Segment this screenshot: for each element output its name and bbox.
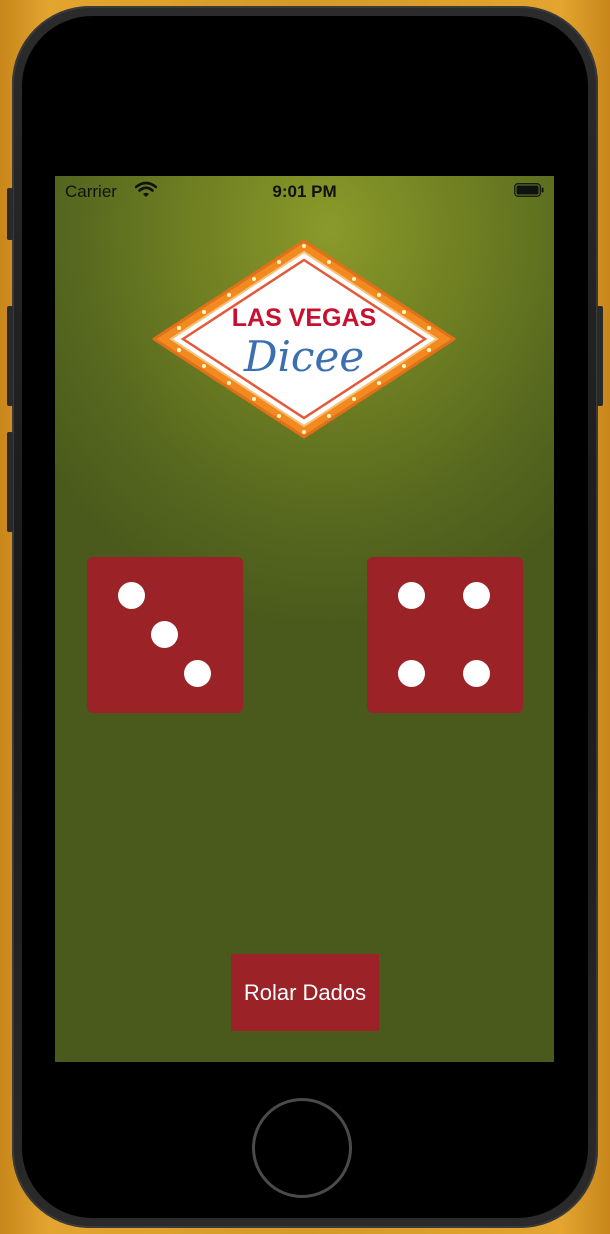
right-die xyxy=(367,557,523,713)
left-die xyxy=(87,557,243,713)
die-pip xyxy=(118,582,145,609)
logo-title: LAS VEGAS xyxy=(232,304,376,332)
die-pip xyxy=(398,660,425,687)
home-button[interactable] xyxy=(252,1098,352,1198)
las-vegas-dicee-logo: LAS VEGAS Dicee xyxy=(152,239,456,439)
logo-subtitle: Dicee xyxy=(243,332,364,381)
die-pip xyxy=(463,582,490,609)
mute-switch xyxy=(7,188,13,240)
roll-dice-button[interactable]: Rolar Dados xyxy=(231,954,379,1031)
power-button xyxy=(597,306,603,406)
die-pip xyxy=(398,582,425,609)
die-pip xyxy=(184,660,211,687)
status-bar: Carrier 9:01 PM xyxy=(55,176,554,208)
battery-icon xyxy=(514,183,544,197)
status-time: 9:01 PM xyxy=(272,182,337,201)
app-screen: Carrier 9:01 PM LAS VEGAS Dicee Rolar Da… xyxy=(55,176,554,1062)
die-pip xyxy=(151,621,178,648)
volume-up-button xyxy=(7,306,13,406)
die-pip xyxy=(463,660,490,687)
volume-down-button xyxy=(7,432,13,532)
